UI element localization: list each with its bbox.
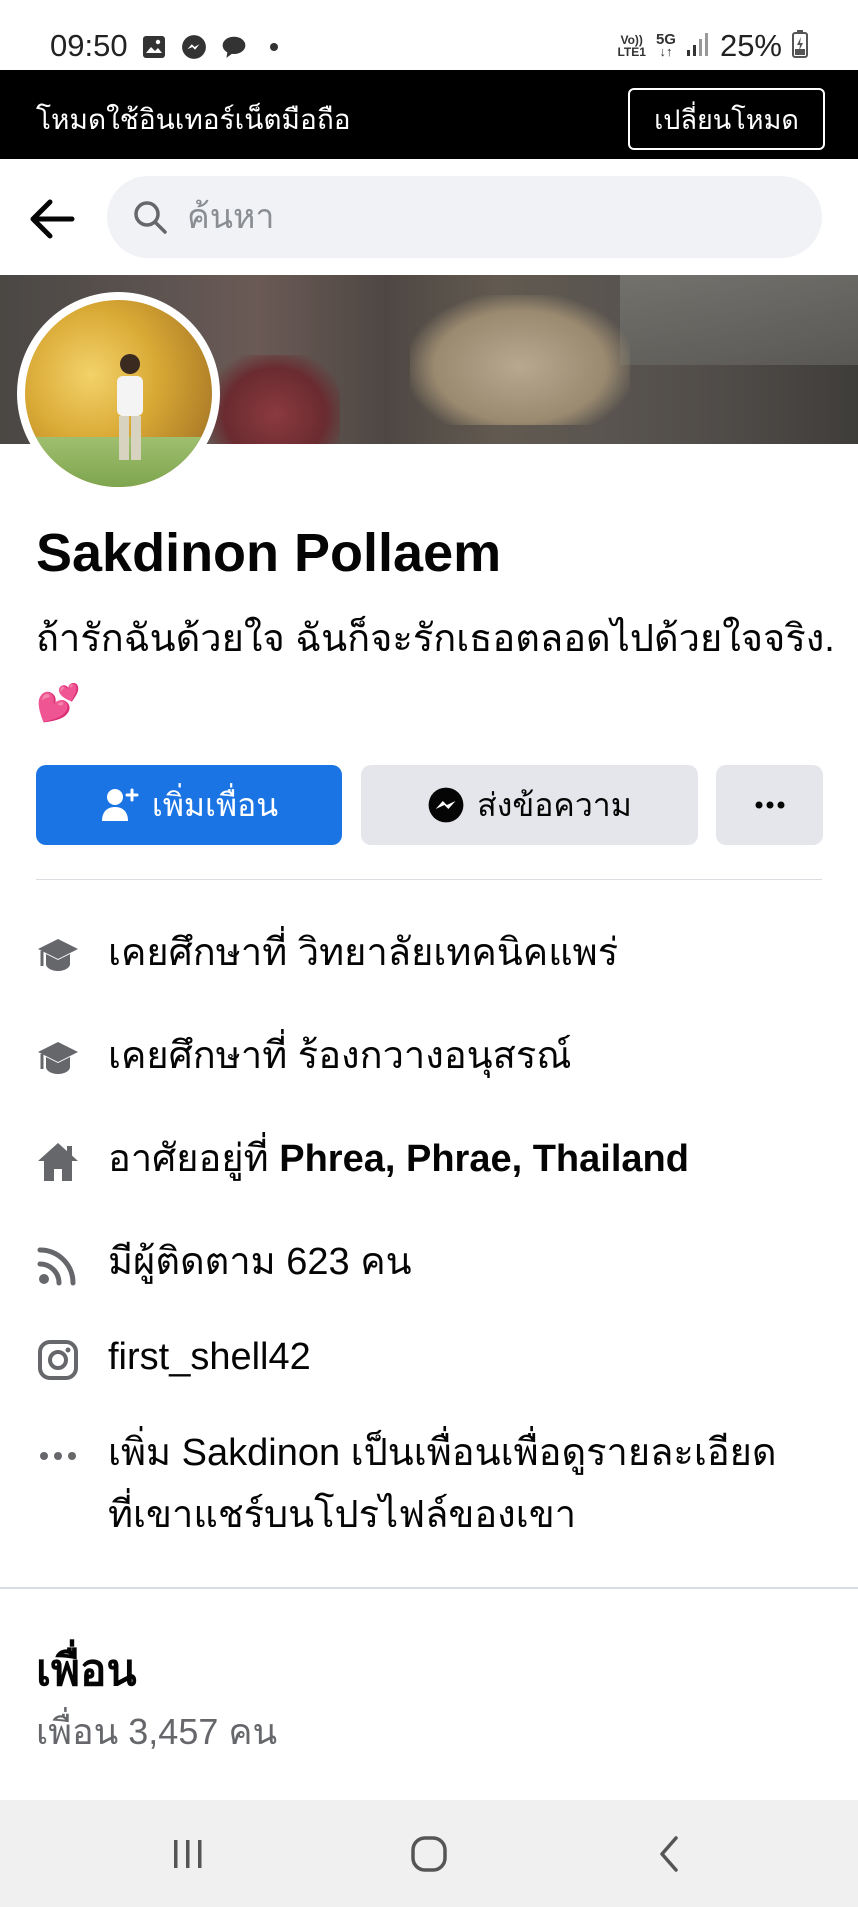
status-time: 09:50 (50, 28, 128, 63)
detail-value: มีผู้ติดตาม 623 คน (108, 1241, 412, 1283)
detail-value[interactable]: ร้องกวางอนุสรณ์ (298, 1035, 572, 1077)
detail-education-2: เคยศึกษาที่ ร้องกวางอนุสรณ์ (36, 1033, 571, 1081)
more-options-button[interactable] (716, 765, 823, 845)
detail-value: เพิ่ม Sakdinon เป็นเพื่อนเพื่อดูรายละเอี… (108, 1432, 777, 1536)
five-g-indicator: 5G ↓↑ (655, 31, 676, 59)
switch-mode-button[interactable]: เปลี่ยนโหมด (628, 88, 825, 150)
add-friend-label: เพิ่มเพื่อน (151, 786, 279, 823)
message-button[interactable]: ส่งข้อความ (361, 765, 698, 845)
messenger-icon (180, 33, 208, 61)
home-circle-icon (411, 1836, 447, 1872)
divider (36, 879, 822, 880)
status-right: Vo)) LTE1 5G ↓↑ 25% (617, 26, 808, 66)
dot-icon (260, 33, 288, 61)
data-mode-banner: โหมดใช้อินเทอร์เน็ตมือถือ เปลี่ยนโหมด (0, 70, 858, 159)
system-nav-bar (0, 1800, 858, 1907)
add-friend-button[interactable]: เพิ่มเพื่อน (36, 765, 342, 845)
data-mode-text: โหมดใช้อินเทอร์เน็ตมือถือ (36, 104, 351, 135)
avatar-person (117, 354, 143, 460)
back-arrow-icon (30, 199, 75, 239)
detail-followers: มีผู้ติดตาม 623 คน (36, 1239, 412, 1287)
detail-more-info: เพิ่ม Sakdinon เป็นเพื่อนเพื่อดูรายละเอี… (36, 1430, 777, 1536)
more-icon (36, 1434, 80, 1478)
notification-icons (140, 32, 288, 62)
profile-avatar[interactable] (17, 292, 220, 495)
graduation-cap-icon (36, 1037, 80, 1081)
chevron-left-icon (660, 1836, 678, 1872)
detail-value[interactable]: วิทยาลัยเทคนิคแพร่ (298, 932, 618, 974)
search-bar[interactable] (107, 176, 822, 258)
instagram-icon (36, 1338, 80, 1382)
detail-education-1: เคยศึกษาที่ วิทยาลัยเทคนิคแพร่ (36, 930, 618, 978)
detail-location: อาศัยอยู่ที่ Phrea, Phrae, Thailand (36, 1136, 689, 1184)
messenger-icon (428, 787, 464, 823)
search-header (0, 159, 858, 275)
section-divider (0, 1587, 858, 1589)
signal-icon (686, 31, 710, 62)
battery-percent: 25% (719, 28, 782, 63)
recent-apps-icon (174, 1840, 202, 1868)
detail-instagram: first_shell42 (36, 1334, 311, 1382)
status-bar: 09:50 Vo)) LTE1 5G ↓↑ 25% (0, 0, 858, 70)
search-icon (134, 201, 167, 234)
add-friend-icon (101, 788, 139, 821)
bio-text: ถ้ารักฉันด้วยใจ ฉันก็จะรักเธอตลอดไปด้วยใ… (36, 618, 835, 660)
chat-bubble-icon (220, 33, 248, 61)
battery-icon (792, 29, 808, 63)
more-icon (755, 801, 784, 809)
detail-value[interactable]: Phrea, Phrae, Thailand (279, 1138, 689, 1180)
profile-bio: ถ้ารักฉันด้วยใจ ฉันก็จะรักเธอตลอดไปด้วยใ… (36, 608, 836, 735)
graduation-cap-icon (36, 934, 80, 978)
hearts-emoji: 💕 (36, 682, 81, 723)
back-button[interactable] (26, 193, 78, 245)
recent-apps-button[interactable] (158, 1828, 218, 1880)
friends-section-title[interactable]: เพื่อน (36, 1635, 137, 1705)
instagram-handle[interactable]: first_shell42 (108, 1336, 311, 1378)
gallery-icon (140, 33, 168, 61)
friends-count: เพื่อน 3,457 คน (36, 1711, 278, 1752)
home-icon (36, 1140, 80, 1184)
rss-icon (36, 1243, 80, 1287)
system-back-button[interactable] (639, 1828, 699, 1880)
message-label: ส่งข้อความ (477, 786, 632, 823)
profile-name: Sakdinon Pollaem (36, 523, 502, 583)
search-input[interactable] (187, 176, 787, 258)
volte-indicator: Vo)) LTE1 (617, 33, 646, 59)
home-button[interactable] (399, 1828, 459, 1880)
